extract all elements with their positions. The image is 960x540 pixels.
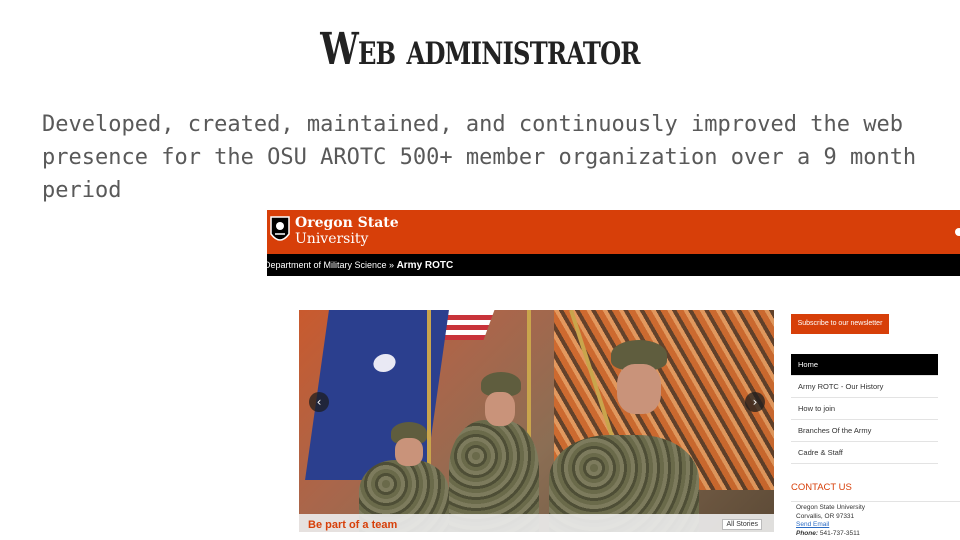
all-stories-button[interactable]: All Stories <box>722 519 762 530</box>
brand-line-1: Oregon State <box>295 215 399 231</box>
contact-heading: CONTACT US <box>791 482 852 493</box>
hero-face <box>617 364 661 414</box>
chevron-left-icon[interactable]: ‹ <box>309 392 329 412</box>
breadcrumb: Department of Military Science » Army RO… <box>267 254 960 276</box>
sidebar-item-branches[interactable]: Branches Of the Army <box>791 420 938 442</box>
phone-label: Phone: <box>796 529 819 537</box>
website-screenshot: Oregon State University Department of Mi… <box>267 210 960 540</box>
sidebar-item-cadre-staff[interactable]: Cadre & Staff <box>791 442 938 464</box>
university-seal-icon <box>270 216 290 241</box>
sidebar-item-history[interactable]: Army ROTC - Our History <box>791 376 938 398</box>
sidebar-nav: Home Army ROTC - Our History How to join… <box>791 354 938 464</box>
subscribe-newsletter-button[interactable]: Subscribe to our newsletter <box>791 314 889 334</box>
sidebar-item-how-to-join[interactable]: How to join <box>791 398 938 420</box>
header-menu-icon[interactable] <box>955 228 960 236</box>
slide-body-text: Developed, created, maintained, and cont… <box>42 112 917 203</box>
site-brand[interactable]: Oregon State University <box>295 215 399 247</box>
breadcrumb-parent-link[interactable]: Department of Military Science <box>267 260 387 270</box>
hero-face <box>485 392 515 426</box>
contact-org: Oregon State University <box>796 504 866 511</box>
site-header: Oregon State University <box>267 210 960 254</box>
send-email-link[interactable]: Send Email <box>796 521 865 530</box>
slide-title: Web administrator <box>320 24 640 75</box>
chevron-right-icon[interactable]: › <box>745 392 765 412</box>
contact-block: Oregon State University Corvallis, OR 97… <box>796 504 865 538</box>
sidebar-item-home[interactable]: Home <box>791 354 938 376</box>
brand-line-2: University <box>295 231 369 247</box>
hero-caption[interactable]: Be part of a team <box>308 519 397 531</box>
phone-number: 541-737-3511 <box>819 529 860 537</box>
hero-slideshow[interactable]: ‹ › Be part of a team All Stories <box>299 310 774 532</box>
breadcrumb-separator: » <box>386 260 397 270</box>
breadcrumb-current: Army ROTC <box>396 260 454 271</box>
contact-divider <box>791 501 960 502</box>
hero-face <box>395 438 423 466</box>
contact-city: Corvallis, OR 97331 <box>796 512 855 520</box>
